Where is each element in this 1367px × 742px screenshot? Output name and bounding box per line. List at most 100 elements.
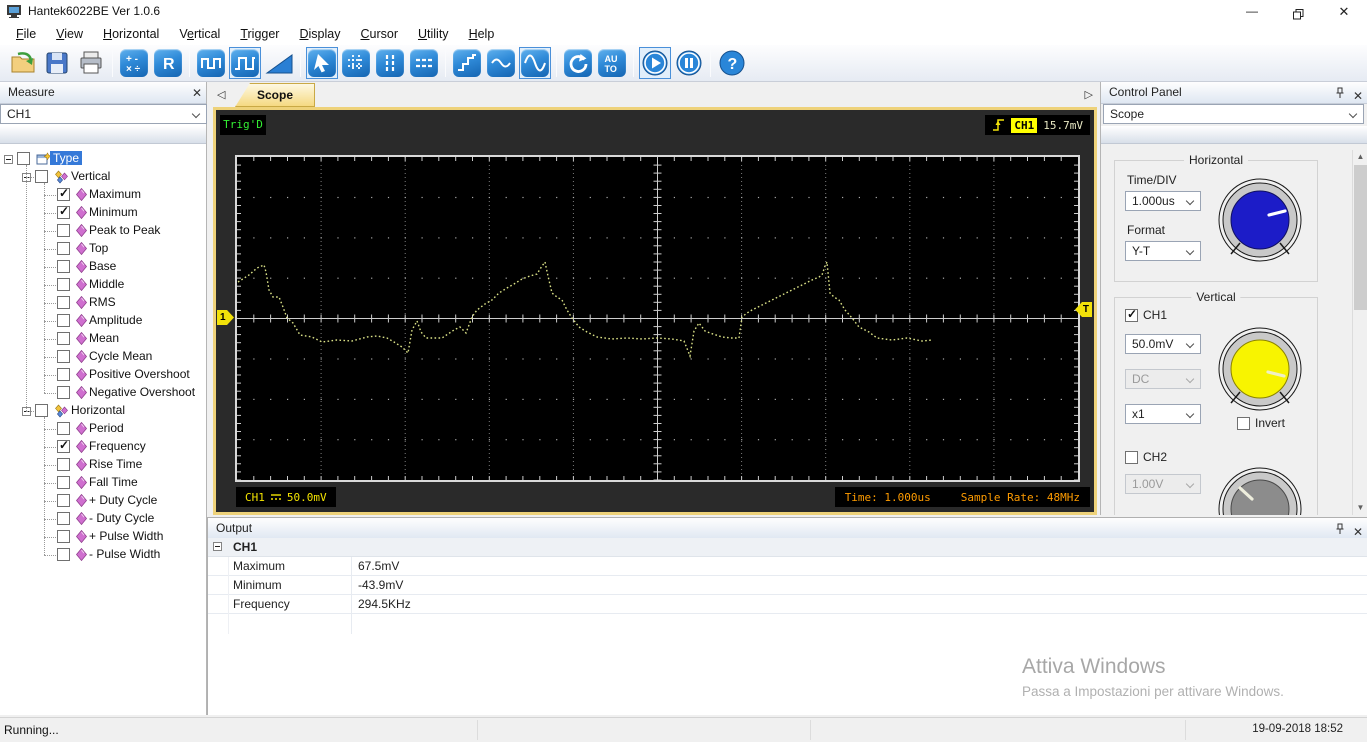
close-icon[interactable]: ✕ [1353, 88, 1363, 104]
refresh-icon[interactable] [562, 47, 594, 79]
scope-plot[interactable] [235, 155, 1080, 482]
square-wave-icon[interactable] [195, 47, 227, 79]
pause-icon[interactable] [673, 47, 705, 79]
restore-button[interactable] [1275, 0, 1321, 23]
tree-checkbox[interactable] [57, 206, 70, 219]
format-select[interactable]: Y-T [1125, 241, 1201, 261]
tree-checkbox[interactable] [57, 458, 70, 471]
tree-item-frequency[interactable]: Frequency [0, 438, 206, 456]
scroll-up-icon[interactable]: ▲ [1354, 150, 1367, 164]
tree-checkbox[interactable] [57, 494, 70, 507]
invert-checkbox[interactable] [1237, 417, 1250, 430]
tree-item-base[interactable]: Base [0, 258, 206, 276]
ch2-position-knob[interactable] [1217, 466, 1303, 515]
grid-icon[interactable] [340, 47, 372, 79]
tree-collapse-icon[interactable] [4, 155, 13, 164]
collapse-icon[interactable] [213, 542, 222, 551]
horizontal-cursors-icon[interactable] [408, 47, 440, 79]
print-icon[interactable] [75, 47, 107, 79]
horizontal-knob[interactable] [1217, 177, 1303, 268]
tree-checkbox[interactable] [57, 260, 70, 273]
tree-item--pulse-width[interactable]: + Pulse Width [0, 528, 206, 546]
menu-cursor[interactable]: Cursor [350, 25, 408, 43]
sine-wave-icon[interactable] [519, 47, 551, 79]
menu-view[interactable]: View [46, 25, 93, 43]
save-icon[interactable] [41, 47, 73, 79]
measure-channel-select[interactable]: CH1 [0, 104, 207, 124]
tree-item--pulse-width[interactable]: - Pulse Width [0, 546, 206, 564]
tree-checkbox[interactable] [57, 548, 70, 561]
ch1-invert[interactable]: Invert [1237, 416, 1285, 430]
tree-checkbox[interactable] [17, 152, 30, 165]
tree-item-mean[interactable]: Mean [0, 330, 206, 348]
tree-item--duty-cycle[interactable]: - Duty Cycle [0, 510, 206, 528]
tree-checkbox[interactable] [57, 530, 70, 543]
scroll-down-icon[interactable]: ▼ [1354, 501, 1367, 515]
tree-checkbox[interactable] [57, 512, 70, 525]
step-wave-icon[interactable] [451, 47, 483, 79]
tree-item-maximum[interactable]: Maximum [0, 186, 206, 204]
open-icon[interactable] [7, 47, 39, 79]
tree-checkbox[interactable] [57, 440, 70, 453]
tree-item-rms[interactable]: RMS [0, 294, 206, 312]
tree-checkbox[interactable] [57, 224, 70, 237]
tree-item-fall-time[interactable]: Fall Time [0, 474, 206, 492]
math-icon[interactable]: + -× ÷ [118, 47, 150, 79]
tree-checkbox[interactable] [57, 314, 70, 327]
menu-horizontal[interactable]: Horizontal [93, 25, 169, 43]
tree-checkbox[interactable] [57, 242, 70, 255]
tree-checkbox[interactable] [57, 476, 70, 489]
tree-checkbox[interactable] [35, 170, 48, 183]
menu-display[interactable]: Display [289, 25, 350, 43]
play-icon[interactable] [639, 47, 671, 79]
vertical-cursors-icon[interactable] [374, 47, 406, 79]
help-icon[interactable]: ? [716, 47, 748, 79]
ch1-volts-select[interactable]: 50.0mV [1125, 334, 1201, 354]
channel1-position-marker[interactable]: 1 [217, 310, 234, 325]
tree-checkbox[interactable] [57, 296, 70, 309]
menu-file[interactable]: File [6, 25, 46, 43]
ch1-enable[interactable]: CH1 [1125, 308, 1167, 322]
tree-checkbox[interactable] [57, 278, 70, 291]
ch2-enable[interactable]: CH2 [1125, 450, 1167, 464]
tree-item-period[interactable]: Period [0, 420, 206, 438]
auto-icon[interactable]: AUTO [596, 47, 628, 79]
tab-scroll-right-icon[interactable]: ▷ [1085, 88, 1093, 101]
tree-item-negative-overshoot[interactable]: Negative Overshoot [0, 384, 206, 402]
output-group-row[interactable]: CH1 [208, 538, 1367, 557]
minimize-button[interactable]: — [1229, 0, 1275, 23]
tree-checkbox[interactable] [57, 350, 70, 363]
tree-checkbox[interactable] [57, 332, 70, 345]
ch2-checkbox[interactable] [1125, 451, 1138, 464]
ch1-position-knob[interactable] [1217, 326, 1303, 417]
tree-checkbox[interactable] [57, 422, 70, 435]
tree-item-minimum[interactable]: Minimum [0, 204, 206, 222]
square-wave-dotted-icon[interactable] [229, 47, 261, 79]
scrollbar-thumb[interactable] [1354, 165, 1367, 310]
reference-icon[interactable]: R [152, 47, 184, 79]
close-icon[interactable]: ✕ [192, 85, 202, 101]
tree-checkbox[interactable] [57, 368, 70, 381]
pin-icon[interactable] [1335, 85, 1345, 106]
tree-item-rise-time[interactable]: Rise Time [0, 456, 206, 474]
control-mode-select[interactable]: Scope [1103, 104, 1364, 124]
control-panel-scrollbar[interactable]: ▲ ▼ [1352, 150, 1367, 515]
tree-item-positive-overshoot[interactable]: Positive Overshoot [0, 366, 206, 384]
ramp-icon[interactable] [263, 47, 295, 79]
tree-item-peak-to-peak[interactable]: Peak to Peak [0, 222, 206, 240]
tab-scope[interactable]: Scope [235, 83, 315, 107]
tree-checkbox[interactable] [57, 386, 70, 399]
tree-item--duty-cycle[interactable]: + Duty Cycle [0, 492, 206, 510]
menu-vertical[interactable]: Vertical [169, 25, 230, 43]
tree-item-middle[interactable]: Middle [0, 276, 206, 294]
ch1-checkbox[interactable] [1125, 309, 1138, 322]
cursor-icon[interactable] [306, 47, 338, 79]
tree-item-type[interactable]: Type [0, 150, 206, 168]
menu-help[interactable]: Help [459, 25, 505, 43]
menu-trigger[interactable]: Trigger [230, 25, 289, 43]
ch1-probe-select[interactable]: x1 [1125, 404, 1201, 424]
tree-checkbox[interactable] [35, 404, 48, 417]
menu-utility[interactable]: Utility [408, 25, 459, 43]
time-div-select[interactable]: 1.000us [1125, 191, 1201, 211]
tab-scroll-left-icon[interactable]: ◁ [217, 88, 225, 101]
